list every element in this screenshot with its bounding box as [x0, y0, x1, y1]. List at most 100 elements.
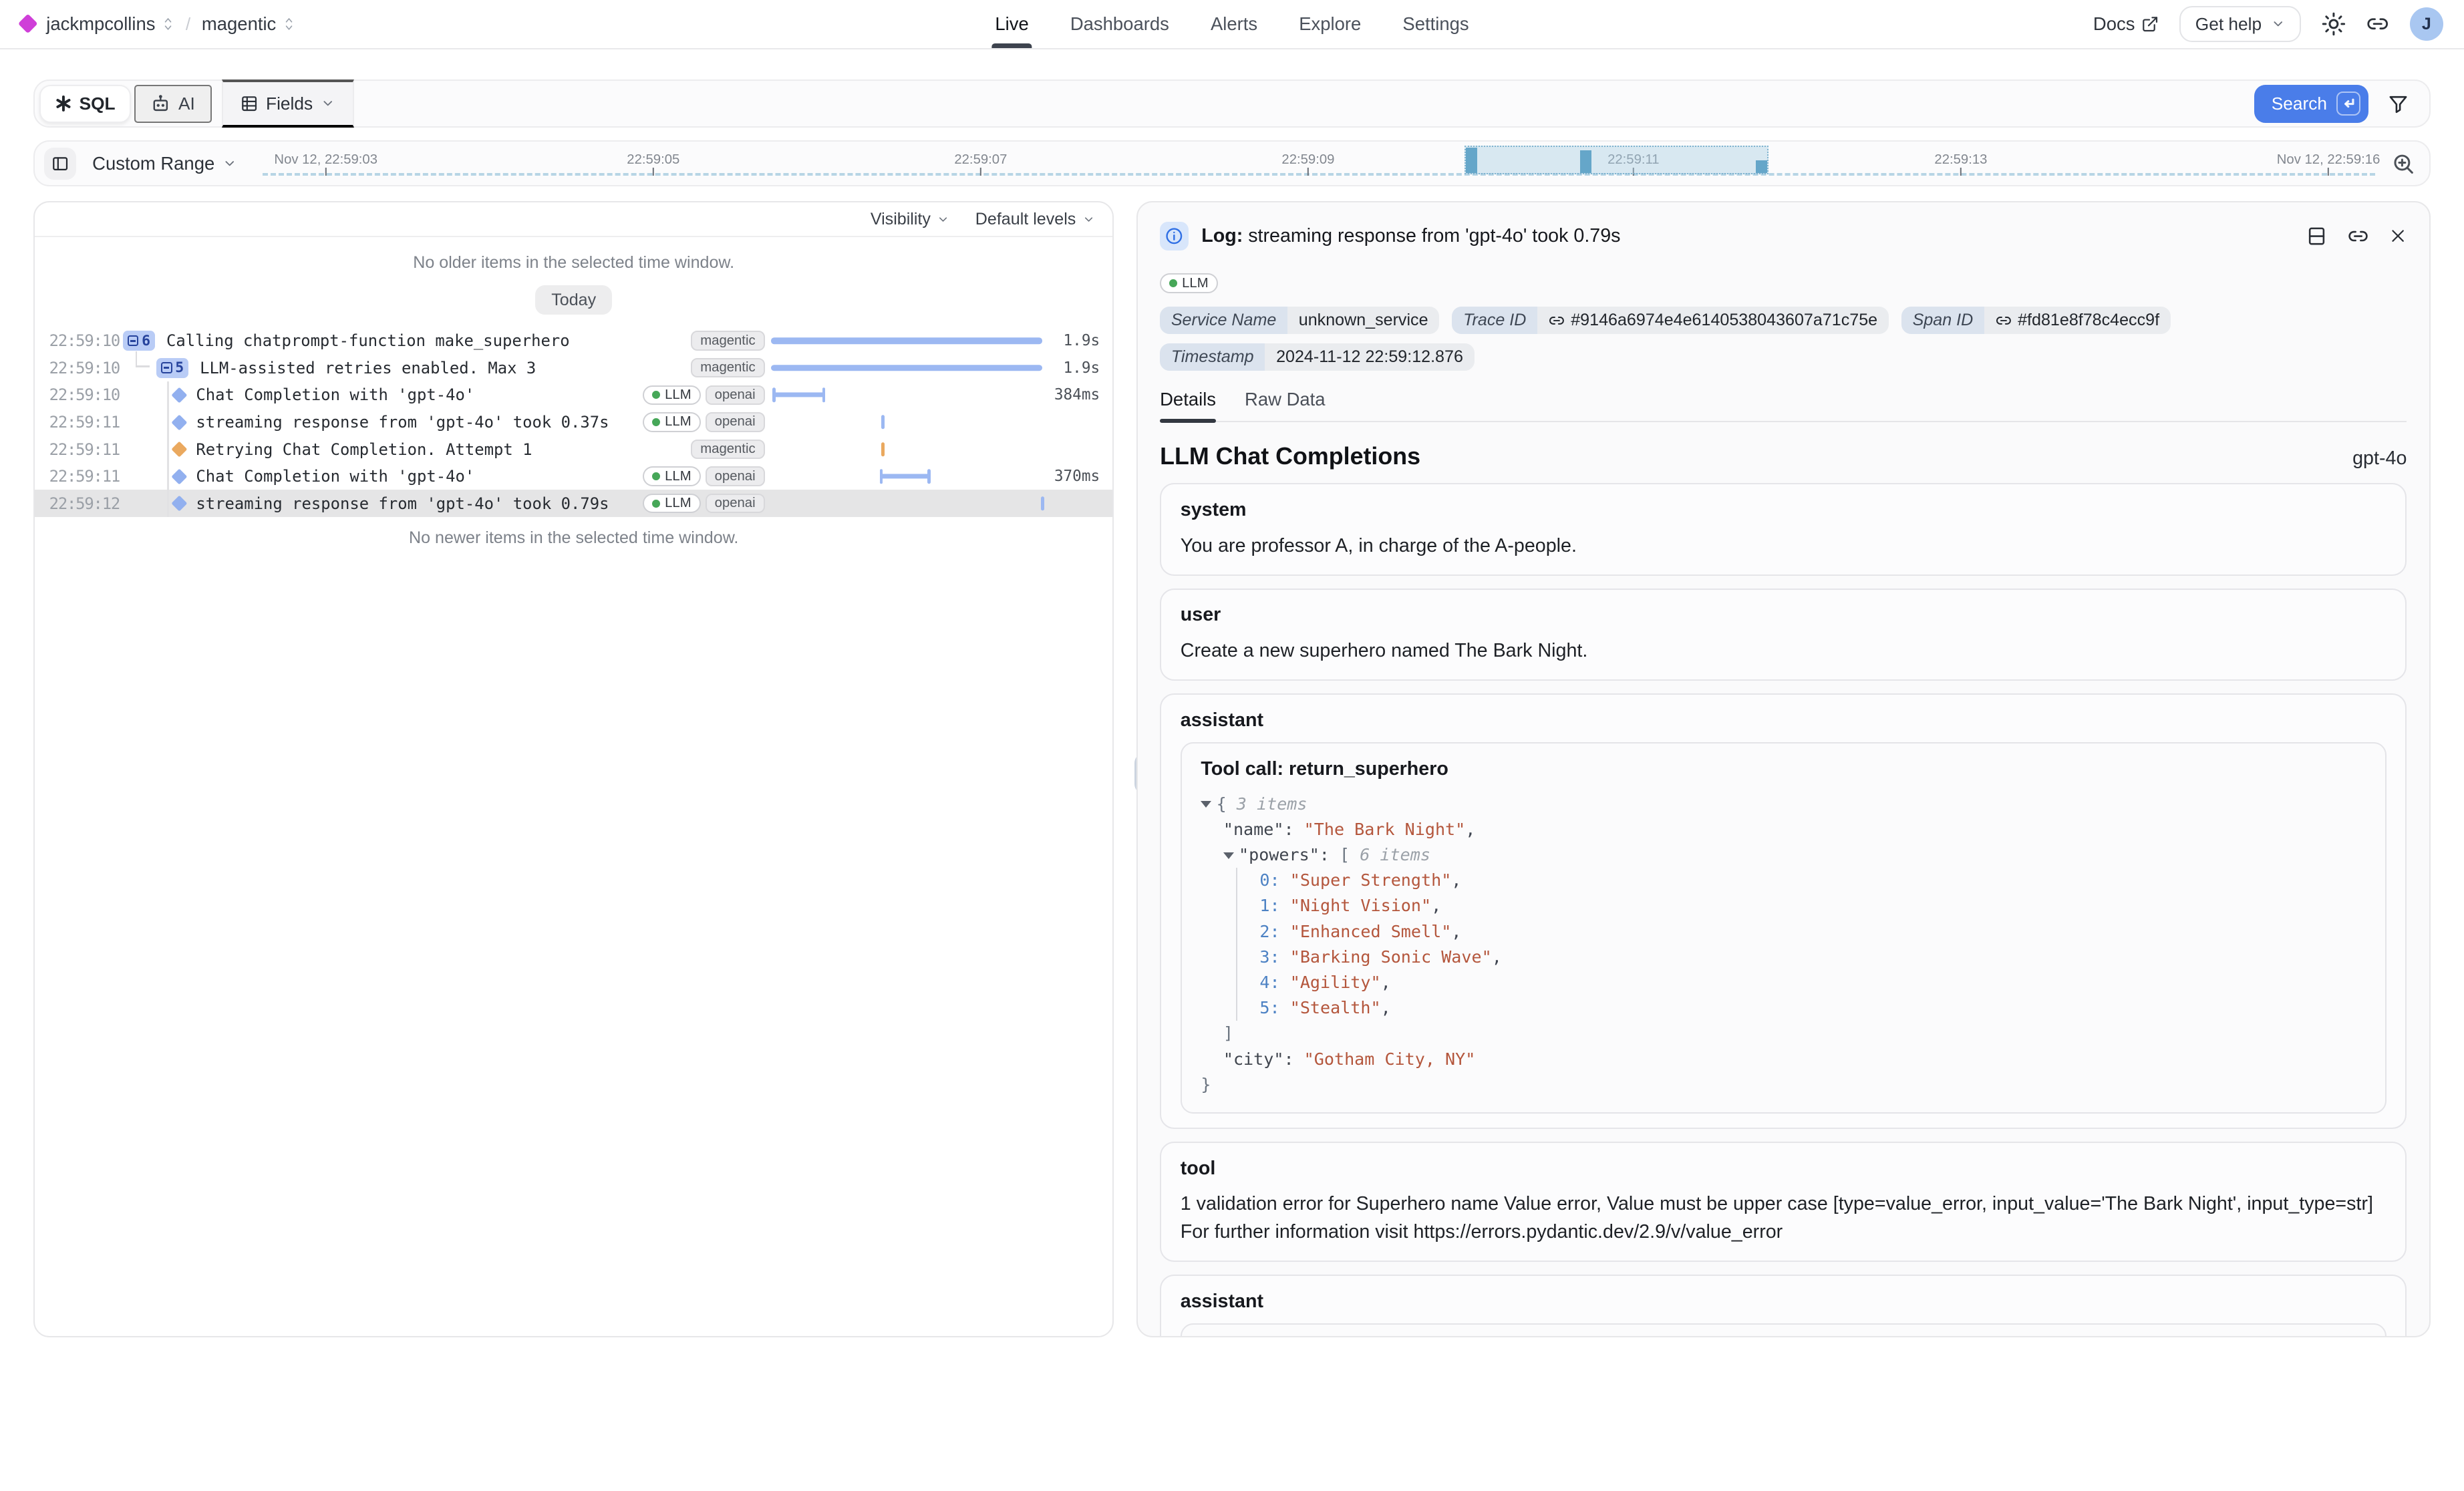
theme-toggle-button[interactable]	[2322, 12, 2346, 36]
docs-link[interactable]: Docs	[2093, 13, 2159, 35]
message-card-assistant: assistant Tool call: return_superhero { …	[1160, 693, 2407, 1129]
message-role: assistant	[1181, 709, 2386, 731]
log-time: 22:59:10	[49, 385, 102, 404]
no-older-note: No older items in the selected time wind…	[35, 253, 1112, 273]
org-selector[interactable]: jackmpcollins	[46, 13, 174, 35]
time-range-selector[interactable]: Custom Range	[92, 153, 237, 174]
service-name-value: unknown_service	[1287, 307, 1439, 334]
service-badge: magentic	[691, 440, 764, 459]
timeline-tick-mark	[2328, 168, 2329, 176]
gantt-track	[768, 463, 1048, 490]
log-time: 22:59:11	[49, 440, 102, 459]
gantt-cap	[927, 469, 931, 483]
log-row[interactable]: 22:59:10 5 LLM-assisted retries enabled.…	[35, 354, 1112, 381]
visibility-dropdown[interactable]: Visibility	[871, 210, 950, 229]
search-button[interactable]: Search	[2254, 85, 2369, 123]
levels-dropdown[interactable]: Default levels	[975, 210, 1095, 229]
timeline-bar: Custom Range Nov 12, 22:59:03 22:59:05 2…	[33, 140, 2431, 186]
ai-mode-button[interactable]: AI	[134, 85, 212, 123]
copy-link-button[interactable]	[2348, 226, 2368, 246]
collapse-caret-icon[interactable]	[1201, 801, 1211, 808]
query-input[interactable]	[354, 81, 2254, 126]
external-link-icon	[2141, 15, 2159, 33]
gantt-bar	[771, 337, 1042, 344]
fields-button[interactable]: Fields	[222, 79, 354, 128]
log-list-header: Visibility Default levels	[35, 202, 1112, 238]
collapse-caret-icon[interactable]	[1223, 852, 1234, 859]
brand-logo-icon	[18, 14, 38, 34]
close-button[interactable]	[2389, 227, 2407, 244]
sidebar-toggle-button[interactable]	[44, 148, 76, 180]
vendor-badge: openai	[706, 412, 765, 432]
share-link-button[interactable]	[2366, 13, 2389, 35]
tab-alerts[interactable]: Alerts	[1211, 0, 1257, 48]
link-icon	[1549, 313, 1565, 329]
trace-id-pill[interactable]: Trace ID #9146a6974e4e6140538043607a71c7…	[1452, 307, 1888, 334]
timeline-tick-label: 22:59:09	[1281, 152, 1334, 168]
tab-dashboards[interactable]: Dashboards	[1070, 0, 1169, 48]
filter-button[interactable]	[2388, 94, 2409, 114]
timeline-tick-mark	[1307, 168, 1309, 176]
collapse-minus-icon	[161, 362, 172, 373]
span-id-pill[interactable]: Span ID #fd81e8f78c4ecc9f	[1901, 307, 2171, 334]
user-avatar[interactable]: J	[2410, 7, 2443, 41]
collapse-toggle[interactable]: 5	[156, 358, 189, 378]
gantt-track	[768, 354, 1048, 381]
green-dot-icon	[1169, 279, 1177, 287]
project-selector[interactable]: magentic	[202, 13, 295, 35]
tool-call-title: Tool call: return_superhero	[1201, 758, 2366, 780]
message-text: You are professor A, in charge of the A-…	[1181, 532, 2386, 560]
collapse-minus-icon	[128, 335, 139, 347]
json-array-items: 0: "Super Strength", 1: "Night Vision", …	[1236, 868, 2366, 1021]
log-row[interactable]: 22:59:11 Retrying Chat Completion. Attem…	[35, 436, 1112, 463]
tab-live[interactable]: Live	[995, 0, 1028, 48]
meta-row-1: Service Name unknown_service Trace ID #9…	[1160, 307, 2407, 334]
detail-title: Log: streaming response from 'gpt-4o' to…	[1201, 225, 1620, 247]
collapse-toggle[interactable]: 6	[123, 331, 156, 351]
chevron-down-icon	[1082, 213, 1095, 226]
log-message: Calling chatprompt-function make_superhe…	[166, 331, 570, 350]
panel-layout-icon	[51, 155, 69, 172]
service-name-pill[interactable]: Service Name unknown_service	[1160, 307, 1439, 334]
sun-icon	[2322, 12, 2346, 36]
tab-settings[interactable]: Settings	[1402, 0, 1469, 48]
timestamp-pill[interactable]: Timestamp 2024-11-12 22:59:12.876	[1160, 343, 1475, 371]
service-name-label: Service Name	[1160, 307, 1287, 334]
green-dot-icon	[652, 500, 660, 508]
org-name: jackmpcollins	[46, 13, 155, 35]
tab-details[interactable]: Details	[1160, 389, 1216, 422]
gantt-track	[768, 490, 1048, 517]
enter-key-icon	[2336, 92, 2360, 116]
log-duration: 384ms	[1052, 386, 1112, 403]
vendor-badge: openai	[706, 385, 765, 405]
log-message: Retrying Chat Completion. Attempt 1	[196, 440, 532, 459]
section-header: LLM Chat Completions gpt-4o	[1160, 443, 2407, 470]
visibility-label: Visibility	[871, 210, 931, 229]
timeline-selection[interactable]	[1465, 146, 1768, 174]
llm-badge: LLM	[643, 494, 700, 513]
fields-label: Fields	[266, 94, 313, 114]
log-row-selected[interactable]: 22:59:12 streaming response from 'gpt-4o…	[35, 490, 1112, 517]
nav-right: Docs Get help J	[2093, 6, 2443, 42]
updown-chevrons-icon	[162, 16, 174, 32]
zoom-in-button[interactable]	[2391, 152, 2415, 176]
timeline-track[interactable]: Nov 12, 22:59:03 22:59:05 22:59:07 22:59…	[263, 142, 2375, 185]
get-help-button[interactable]: Get help	[2179, 6, 2301, 42]
log-row[interactable]: 22:59:11 streaming response from 'gpt-4o…	[35, 409, 1112, 436]
log-row[interactable]: 22:59:10 6 Calling chatprompt-function m…	[35, 327, 1112, 355]
split-view-button[interactable]	[2306, 226, 2327, 246]
timeline-tick-mark	[980, 168, 981, 176]
meta-row-2: Timestamp 2024-11-12 22:59:12.876	[1160, 343, 2407, 371]
tab-explore[interactable]: Explore	[1299, 0, 1361, 48]
log-row[interactable]: 22:59:11 Chat Completion with 'gpt-4o' L…	[35, 463, 1112, 490]
span-diamond-icon	[171, 414, 187, 430]
tab-raw-data[interactable]: Raw Data	[1245, 389, 1326, 422]
log-row[interactable]: 22:59:10 Chat Completion with 'gpt-4o' L…	[35, 381, 1112, 409]
sql-mode-button[interactable]: SQL	[39, 85, 131, 123]
today-pill[interactable]: Today	[535, 285, 612, 314]
breadcrumb: jackmpcollins / magentic	[21, 13, 295, 35]
timestamp-value: 2024-11-12 22:59:12.876	[1265, 343, 1474, 371]
gantt-bar	[880, 474, 931, 479]
gantt-track	[768, 436, 1048, 463]
message-role: assistant	[1181, 1291, 2386, 1313]
